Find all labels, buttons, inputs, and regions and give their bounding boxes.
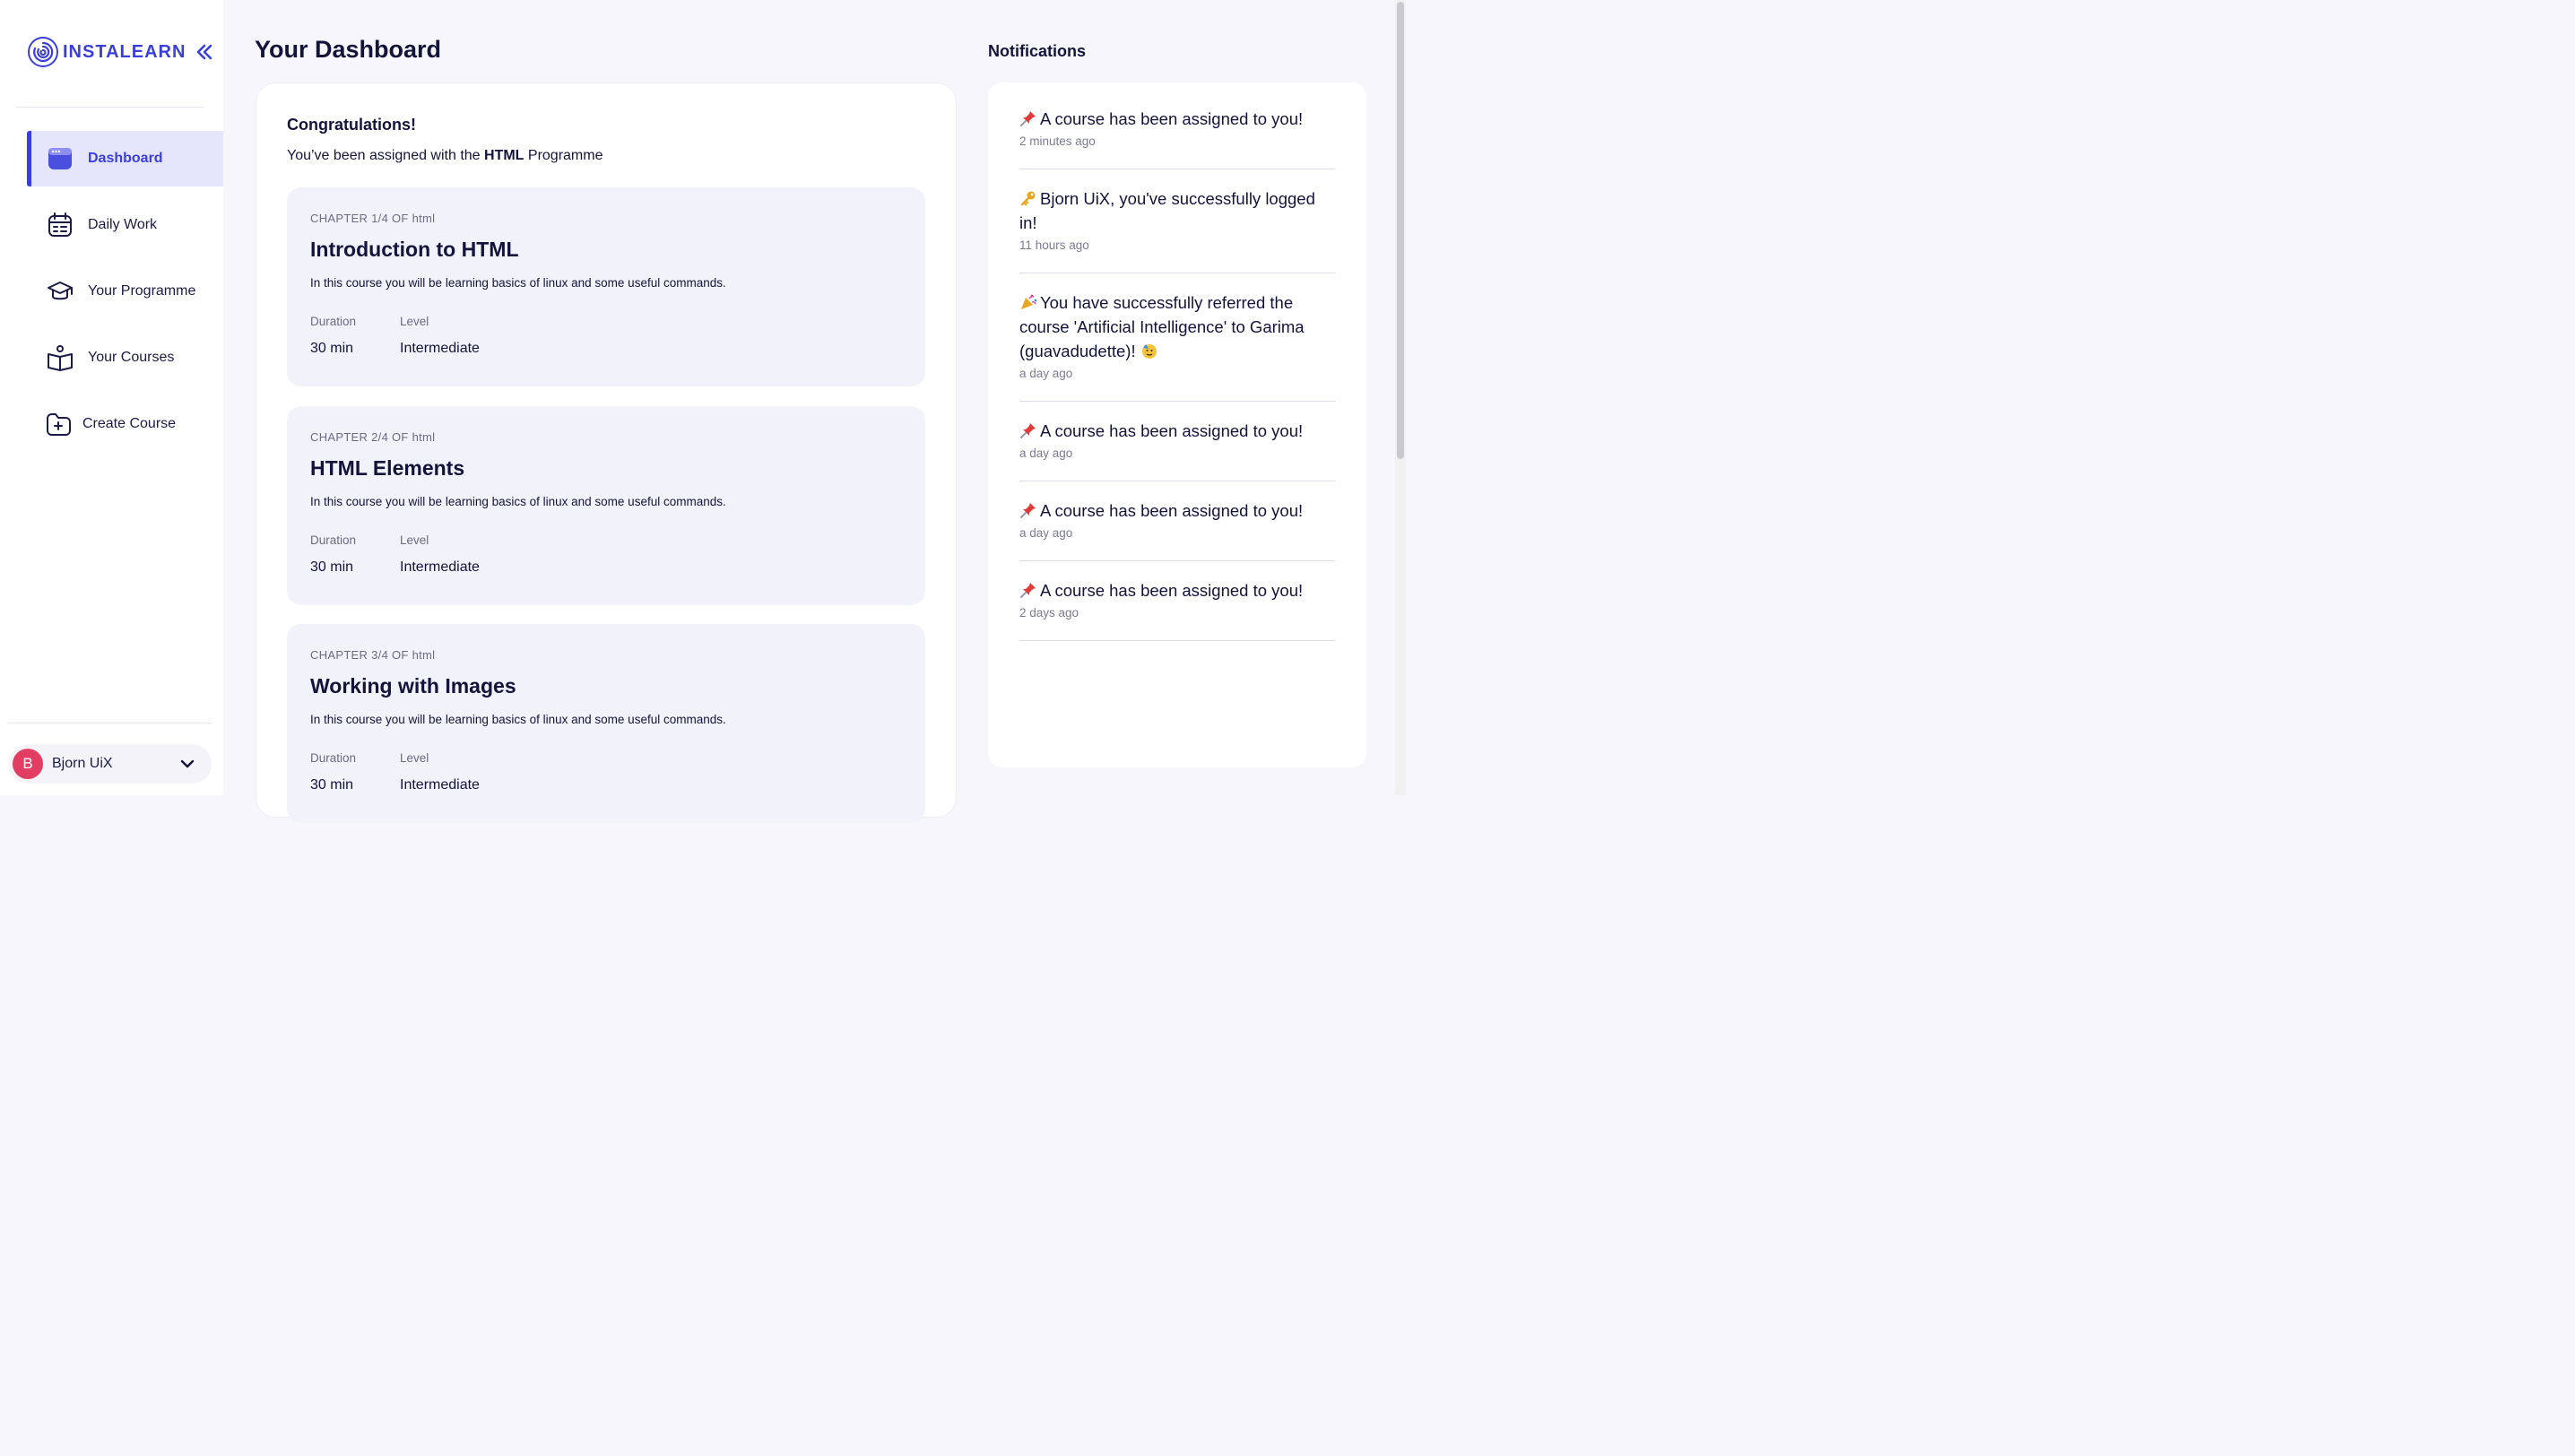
chapter-card[interactable]: CHAPTER 3/4 OF html Working with Images … [287, 624, 925, 823]
notifications-title: Notifications [988, 42, 1087, 60]
instalearn-logo-icon [28, 37, 58, 67]
notification-text: Bjorn UiX, you've successfully logged in… [1019, 186, 1335, 235]
notification-item[interactable]: A course has been assigned to you! 2 day… [1019, 578, 1335, 641]
folder-plus-icon [47, 413, 71, 436]
notification-text: A course has been assigned to you! [1019, 107, 1335, 131]
chapter-title: HTML Elements [310, 456, 465, 480]
chapter-title: Working with Images [310, 674, 516, 698]
congrats-heading: Congratulations! [287, 116, 416, 134]
assigned-message: You’ve been assigned with the HTML Progr… [287, 148, 603, 164]
notifications-panel: A course has been assigned to you! 2 min… [988, 82, 1366, 767]
key-icon [1020, 191, 1036, 206]
sidebar-item-label: Create Course [82, 416, 177, 431]
chapter-description: In this course you will be learning basi… [310, 495, 726, 508]
notification-time: a day ago [1019, 446, 1073, 460]
sidebar-item-label: Your Programme [88, 283, 196, 299]
assigned-prefix: You’ve been assigned with the [287, 148, 485, 163]
open-book-icon [48, 345, 73, 371]
sidebar-divider [16, 107, 204, 108]
level-label: Level [400, 533, 429, 547]
notification-message: A course has been assigned to you! [1040, 421, 1304, 440]
notification-message: You have successfully referred the cours… [1019, 293, 1305, 360]
scrollbar-thumb[interactable] [1397, 2, 1404, 459]
avatar: B [13, 749, 43, 779]
level-value: Intermediate [400, 777, 480, 793]
calendar-icon [48, 212, 72, 237]
chapter-label: CHAPTER 3/4 OF html [310, 648, 436, 662]
duration-label: Duration [310, 533, 357, 547]
duration-value: 30 min [310, 559, 354, 575]
chevron-down-icon[interactable] [179, 756, 195, 772]
sidebar-item-label: Daily Work [88, 217, 158, 232]
programme-card: Congratulations! You’ve been assigned wi… [256, 82, 957, 823]
chapter-card[interactable]: CHAPTER 1/4 OF html Introduction to HTML… [287, 187, 925, 386]
chapter-card[interactable]: CHAPTER 2/4 OF html HTML Elements In thi… [287, 406, 925, 605]
programme-name: HTML [484, 148, 525, 163]
level-label: Level [400, 315, 429, 328]
chapter-label: CHAPTER 2/4 OF html [310, 430, 436, 444]
brand: INSTALEARN [27, 36, 214, 68]
notification-text: A course has been assigned to you! [1019, 498, 1335, 523]
graduation-cap-icon [48, 282, 73, 300]
notification-message: A course has been assigned to you! [1040, 109, 1304, 128]
chapter-title: Introduction to HTML [310, 238, 519, 261]
user-name: Bjorn UiX [52, 756, 113, 771]
chapter-description: In this course you will be learning basi… [310, 713, 726, 726]
notification-time: a day ago [1019, 367, 1073, 380]
notification-message: Bjorn UiX, you've successfully logged in… [1019, 189, 1315, 232]
pushpin-icon [1020, 423, 1036, 438]
level-value: Intermediate [400, 559, 480, 575]
page-title: Your Dashboard [255, 36, 442, 63]
pushpin-icon [1020, 583, 1036, 598]
assigned-suffix: Programme [524, 148, 603, 163]
duration-label: Duration [310, 315, 357, 328]
notification-item[interactable]: Bjorn UiX, you've successfully logged in… [1019, 186, 1335, 273]
brand-name: INSTALEARN [63, 41, 186, 62]
notification-time: a day ago [1019, 526, 1073, 540]
party-popper-icon [1021, 294, 1037, 309]
notification-item[interactable]: A course has been assigned to you! a day… [1019, 419, 1335, 481]
user-menu[interactable]: B Bjorn UiX [9, 744, 212, 784]
sidebar-item-dashboard[interactable]: Dashboard [27, 131, 223, 186]
notification-text: You have successfully referred the cours… [1019, 290, 1335, 363]
level-value: Intermediate [400, 341, 480, 356]
chapter-description: In this course you will be learning basi… [310, 276, 726, 290]
sidebar-item-label: Dashboard [88, 151, 163, 166]
sidebar: INSTALEARN Dashboard Daily Work Your Pro… [0, 0, 223, 795]
collapse-sidebar-icon[interactable] [195, 42, 214, 62]
sidebar-nav: Dashboard Daily Work Your Programme Your… [0, 131, 223, 463]
sidebar-item-daily-work[interactable]: Daily Work [0, 197, 223, 253]
duration-value: 30 min [310, 777, 354, 793]
page-scrollbar[interactable] [1395, 0, 1406, 795]
sidebar-item-create-course[interactable]: Create Course [0, 396, 223, 452]
pushpin-icon [1020, 503, 1036, 518]
party-face-icon [1141, 344, 1157, 359]
sidebar-item-label: Your Courses [88, 350, 175, 365]
notification-message: A course has been assigned to you! [1040, 501, 1304, 520]
notification-time: 11 hours ago [1019, 238, 1089, 252]
level-label: Level [400, 751, 429, 765]
duration-label: Duration [310, 751, 357, 765]
pushpin-icon [1020, 111, 1036, 126]
sidebar-item-your-programme[interactable]: Your Programme [0, 264, 223, 319]
notification-item[interactable]: You have successfully referred the cours… [1019, 290, 1335, 402]
duration-value: 30 min [310, 341, 354, 356]
notification-item[interactable]: A course has been assigned to you! 2 min… [1019, 107, 1335, 169]
notification-item[interactable]: A course has been assigned to you! a day… [1019, 498, 1335, 561]
chapter-label: CHAPTER 1/4 OF html [310, 212, 436, 225]
notification-text: A course has been assigned to you! [1019, 419, 1335, 443]
sidebar-divider [7, 723, 212, 724]
notification-time: 2 minutes ago [1019, 134, 1096, 148]
notification-time: 2 days ago [1019, 606, 1079, 620]
dashboard-icon [48, 148, 72, 169]
notification-text: A course has been assigned to you! [1019, 578, 1335, 602]
sidebar-item-your-courses[interactable]: Your Courses [0, 330, 223, 386]
notification-message: A course has been assigned to you! [1040, 581, 1304, 600]
